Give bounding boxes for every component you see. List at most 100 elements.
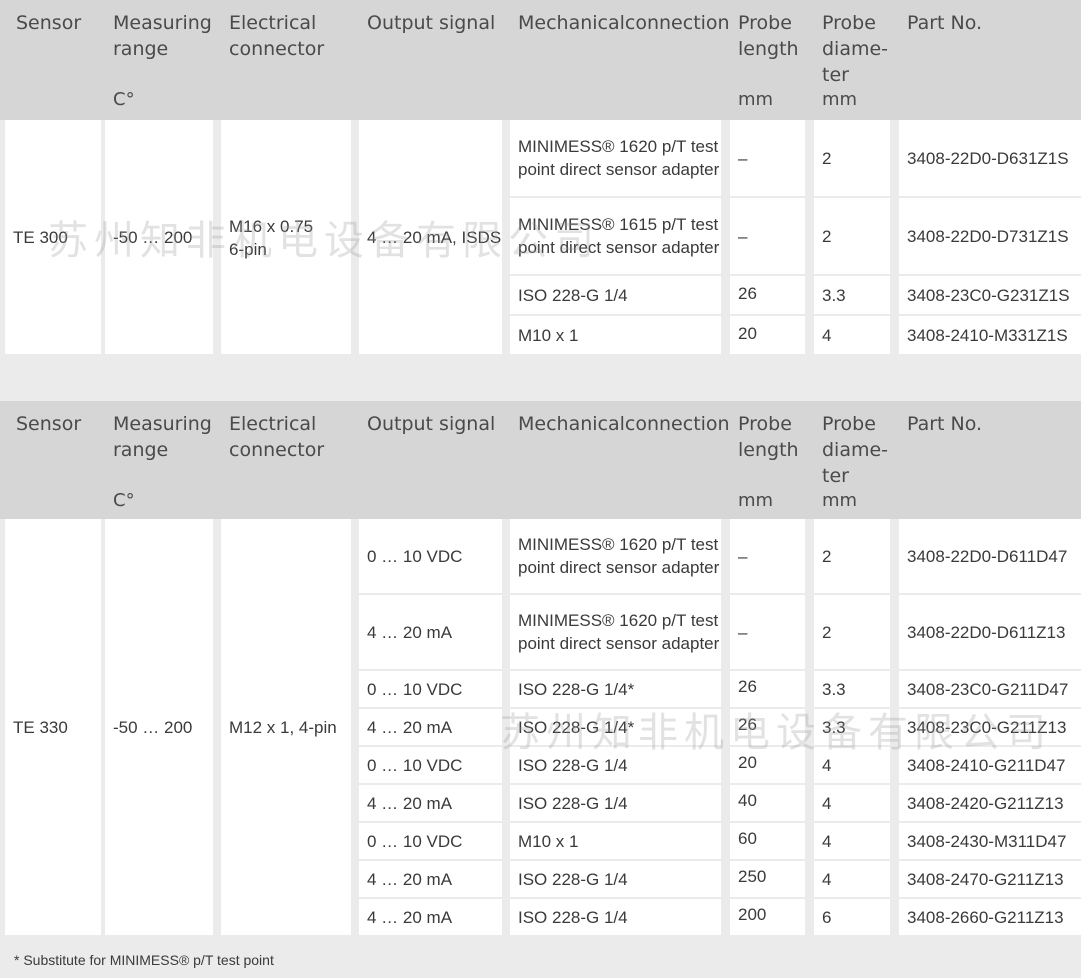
- probe-length-cell: 26: [730, 671, 805, 707]
- header-probe-length: Probe length: [738, 413, 799, 461]
- probe-diameter: 3.3: [822, 680, 846, 699]
- header-range-unit: C°: [113, 89, 135, 110]
- table-header: Sensor Measuring range C° Electrical con…: [0, 401, 1081, 519]
- probe-length: –: [738, 623, 748, 642]
- measuring-range: -50 … 200: [113, 718, 193, 737]
- mechanical-connection-cell: ISO 228-G 1/4*: [510, 709, 721, 745]
- header-electrical-connector: Electrical connector: [229, 413, 325, 461]
- mechanical-connection: M10 x 1: [518, 832, 579, 851]
- probe-diameter-cell: 3.3: [814, 671, 890, 707]
- electrical-connector-cell: M16 x 0.75 6-pin: [221, 120, 351, 354]
- part-number-cell: 3408-23C0-G211D47: [899, 671, 1081, 707]
- mechanical-connection-cell: MINIMESS® 1620 p/T test point direct sen…: [510, 519, 721, 593]
- header-probe-diameter: Probe diame- ter: [822, 413, 889, 487]
- probe-length: 26: [738, 677, 757, 696]
- output-signal-cell: 4 … 20 mA, ISDS: [359, 120, 502, 354]
- output-signal: 4 … 20 mA: [367, 870, 453, 889]
- part-number: 3408-22D0-D631Z1S: [907, 149, 1069, 168]
- probe-diameter: 2: [822, 149, 832, 168]
- electrical-connector: M16 x 0.75 6-pin: [229, 217, 314, 259]
- probe-diameter: 3.3: [822, 286, 846, 305]
- probe-length: 20: [738, 753, 757, 772]
- part-number: 3408-23C0-G231Z1S: [907, 286, 1070, 305]
- probe-diameter-cell: 2: [814, 519, 890, 593]
- mechanical-connection: ISO 228-G 1/4: [518, 908, 628, 927]
- header-range-unit: C°: [113, 490, 135, 511]
- header-diameter-unit: mm: [822, 490, 858, 511]
- part-number: 3408-22D0-D731Z1S: [907, 227, 1069, 246]
- header-length-unit: mm: [738, 490, 774, 511]
- mechanical-connection-cell: ISO 228-G 1/4*: [510, 671, 721, 707]
- mechanical-connection: MINIMESS® 1620 p/T test point direct sen…: [518, 535, 720, 577]
- probe-diameter: 2: [822, 623, 832, 642]
- probe-diameter-cell: 4: [814, 823, 890, 859]
- mechanical-connection-cell: ISO 228-G 1/4: [510, 276, 721, 314]
- sensor-name: TE 330: [13, 718, 68, 737]
- sensor-table-te330: Sensor Measuring range C° Electrical con…: [0, 401, 1081, 941]
- output-signal: 4 … 20 mA: [367, 794, 453, 813]
- part-number: 3408-2660-G211Z13: [907, 908, 1064, 927]
- mechanical-connection: ISO 228-G 1/4: [518, 286, 628, 305]
- electrical-connector-cell: M12 x 1, 4-pin: [221, 519, 351, 935]
- output-signal-cell: 4 … 20 mA: [359, 709, 502, 745]
- part-number: 3408-22D0-D611D47: [907, 547, 1068, 566]
- part-number-cell: 3408-22D0-D631Z1S: [899, 120, 1081, 196]
- probe-length: 20: [738, 324, 757, 343]
- sensor-name-cell: TE 300: [5, 120, 101, 354]
- probe-length: –: [738, 149, 748, 168]
- part-number-cell: 3408-2410-M331Z1S: [899, 316, 1081, 354]
- mechanical-connection-cell: ISO 228-G 1/4: [510, 747, 721, 783]
- probe-diameter: 6: [822, 908, 832, 927]
- sensor-table-te300: Sensor Measuring range C° Electrical con…: [0, 0, 1081, 354]
- mechanical-connection: M10 x 1: [518, 326, 579, 345]
- mechanical-connection: ISO 228-G 1/4: [518, 870, 628, 889]
- probe-diameter: 4: [822, 870, 832, 889]
- probe-length-cell: 20: [730, 747, 805, 783]
- probe-length-cell: 250: [730, 861, 805, 897]
- output-signal: 4 … 20 mA: [367, 623, 453, 642]
- header-part-no: Part No.: [907, 413, 983, 435]
- output-signal: 0 … 10 VDC: [367, 680, 463, 699]
- probe-length: 26: [738, 715, 757, 734]
- probe-length: 26: [738, 284, 757, 303]
- part-number-cell: 3408-22D0-D731Z1S: [899, 198, 1081, 274]
- output-signal: 0 … 10 VDC: [367, 756, 463, 775]
- header-electrical-connector: Electrical connector: [229, 12, 325, 60]
- probe-length-cell: 200: [730, 899, 805, 935]
- probe-length: –: [738, 227, 748, 246]
- output-signal-cell: 4 … 20 mA: [359, 861, 502, 897]
- mechanical-connection-cell: M10 x 1: [510, 316, 721, 354]
- output-signal-cell: 0 … 10 VDC: [359, 671, 502, 707]
- probe-diameter: 2: [822, 547, 832, 566]
- header-length-unit: mm: [738, 89, 774, 110]
- part-number-cell: 3408-23C0-G211Z13: [899, 709, 1081, 745]
- output-signal: 4 … 20 mA: [367, 718, 453, 737]
- electrical-connector: M12 x 1, 4-pin: [229, 718, 337, 737]
- part-number: 3408-2470-G211Z13: [907, 870, 1064, 889]
- probe-diameter-cell: 4: [814, 861, 890, 897]
- probe-diameter-cell: 2: [814, 120, 890, 196]
- probe-length: 250: [738, 867, 767, 886]
- probe-length-cell: 26: [730, 709, 805, 745]
- probe-diameter: 3.3: [822, 718, 846, 737]
- mechanical-connection: MINIMESS® 1620 p/T test point direct sen…: [518, 611, 720, 653]
- output-signal: 0 … 10 VDC: [367, 547, 463, 566]
- probe-length: 200: [738, 905, 767, 924]
- probe-length-cell: –: [730, 198, 805, 274]
- probe-diameter: 2: [822, 227, 832, 246]
- part-number-cell: 3408-2420-G211Z13: [899, 785, 1081, 821]
- probe-diameter: 4: [822, 832, 832, 851]
- header-measuring-range: Measuring range: [113, 413, 212, 461]
- mechanical-connection: MINIMESS® 1615 p/T test point direct sen…: [518, 215, 720, 257]
- output-signal: 4 … 20 mA: [367, 908, 453, 927]
- part-number: 3408-2420-G211Z13: [907, 794, 1064, 813]
- probe-diameter: 4: [822, 326, 832, 345]
- probe-diameter-cell: 2: [814, 198, 890, 274]
- header-sensor: Sensor: [16, 413, 82, 435]
- mechanical-connection-cell: ISO 228-G 1/4: [510, 785, 721, 821]
- part-number: 3408-23C0-G211Z13: [907, 718, 1067, 737]
- header-mechanical-connection: Mechanicalconnection: [518, 413, 730, 435]
- probe-length: –: [738, 547, 748, 566]
- probe-length-cell: –: [730, 595, 805, 669]
- output-signal-cell: 4 … 20 mA: [359, 785, 502, 821]
